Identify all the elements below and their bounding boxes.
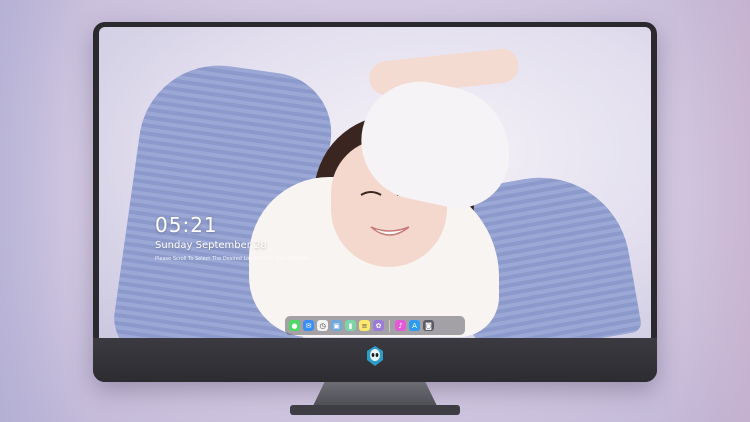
monitor: 05:21 Sunday September 28 Please Scroll … [93, 22, 657, 382]
clock-icon[interactable]: ◷ [317, 320, 328, 331]
lock-clock: 05:21 [155, 213, 218, 237]
messages-icon[interactable]: ● [289, 320, 300, 331]
mail-icon[interactable]: ✉ [303, 320, 314, 331]
preview-icon[interactable]: ▣ [331, 320, 342, 331]
monitor-stand-base [290, 405, 460, 415]
claquette-icon[interactable]: ▮ [345, 320, 356, 331]
background-blur-right [660, 0, 750, 422]
lock-subtitle: Please Scroll To Select The Desired Loca… [155, 256, 309, 262]
dock-separator [389, 319, 390, 332]
desktop-screen[interactable]: 05:21 Sunday September 28 Please Scroll … [99, 27, 651, 338]
monitor-chin [93, 338, 657, 382]
background-blur-left [0, 0, 90, 422]
dock: ● ✉ ◷ ▣ ▮ ≡ ✿ ♪ A ◙ [285, 316, 465, 335]
screenshot-icon[interactable]: ◙ [423, 320, 434, 331]
photos-icon[interactable]: ✿ [373, 320, 384, 331]
lock-date: Sunday September 28 [155, 240, 267, 251]
itunes-icon[interactable]: ♪ [395, 320, 406, 331]
notes-icon[interactable]: ≡ [359, 320, 370, 331]
alien-logo-icon [367, 346, 383, 366]
app-store-icon[interactable]: A [409, 320, 420, 331]
